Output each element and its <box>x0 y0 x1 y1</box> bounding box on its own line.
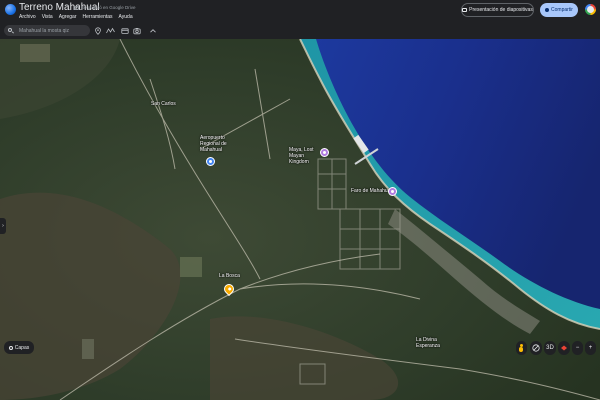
search-icon <box>8 28 12 32</box>
map-style-button[interactable] <box>558 341 570 355</box>
layers-label: Capas <box>14 344 30 351</box>
expand-panel-handle[interactable]: › <box>0 218 6 234</box>
account-avatar[interactable] <box>585 4 596 15</box>
save-status: Se guardó en Google Drive <box>74 5 136 10</box>
path-icon[interactable] <box>106 27 115 35</box>
satellite-map[interactable]: San Carlos Aeropuerto Regional de Mahahu… <box>0 39 600 400</box>
layers-button[interactable]: Capas <box>4 341 34 354</box>
menu-agregar[interactable]: Agregar <box>59 14 77 20</box>
map-toolbar <box>0 24 600 39</box>
place-label-faro[interactable]: Faro de Mahahual <box>351 188 392 194</box>
earth-app: Terreno Mahahual Se guardó en Google Dri… <box>0 0 600 400</box>
cloud-icon <box>74 5 79 10</box>
share-button-label: Compartir <box>551 7 573 13</box>
zoom-in-button[interactable]: + <box>585 341 596 355</box>
menu-archivo[interactable]: Archivo <box>19 14 36 20</box>
zoom-in-label: + <box>588 345 593 351</box>
compass-icon <box>532 344 540 352</box>
compass-button[interactable] <box>530 341 542 355</box>
share-button[interactable]: Compartir <box>540 3 578 17</box>
save-status-text: Se guardó en Google Drive <box>81 5 136 10</box>
zoom-out-label: − <box>575 345 580 351</box>
lighthouse-pin-icon[interactable] <box>388 187 397 196</box>
menu-ayuda[interactable]: Ayuda <box>119 14 133 20</box>
slideshow-icon <box>462 8 468 12</box>
card-icon[interactable] <box>121 27 129 35</box>
map-style-icon <box>561 345 567 351</box>
earth-logo-icon[interactable] <box>5 4 16 15</box>
landmark-pin-icon[interactable] <box>320 148 329 157</box>
place-label-san-carlos[interactable]: San Carlos <box>151 101 176 107</box>
chevron-up-icon[interactable] <box>149 27 157 35</box>
place-label-aeropuerto[interactable]: Aeropuerto Regional de Mahahual <box>200 135 240 153</box>
top-bar: Terreno Mahahual Se guardó en Google Dri… <box>0 0 600 24</box>
zoom-out-button[interactable]: − <box>572 341 583 355</box>
satellite-imagery[interactable] <box>0 39 600 400</box>
camera-icon[interactable] <box>133 27 141 35</box>
menu-herramientas[interactable]: Herramientas <box>83 14 113 20</box>
view-3d-button[interactable]: 3D <box>544 341 556 355</box>
view-3d-label: 3D <box>546 345 554 351</box>
search-box[interactable] <box>4 25 90 36</box>
person-icon <box>545 8 550 12</box>
present-button[interactable]: Presentación de diapositivas <box>461 3 534 17</box>
place-label-la-divina[interactable]: La Divina Esperanza <box>416 337 456 349</box>
search-input[interactable] <box>19 26 87 35</box>
pegman-button[interactable] <box>516 341 527 355</box>
location-pin-icon[interactable] <box>94 27 102 35</box>
layers-icon <box>8 345 13 350</box>
menu-vista[interactable]: Vista <box>42 14 53 20</box>
menu-bar: Archivo Vista Agregar Herramientas Ayuda <box>19 14 133 20</box>
present-button-label: Presentación de diapositivas <box>469 7 533 13</box>
place-label-la-bosca[interactable]: La Bosca <box>219 273 240 279</box>
airport-pin-icon[interactable] <box>206 157 215 166</box>
pegman-icon <box>519 344 523 352</box>
